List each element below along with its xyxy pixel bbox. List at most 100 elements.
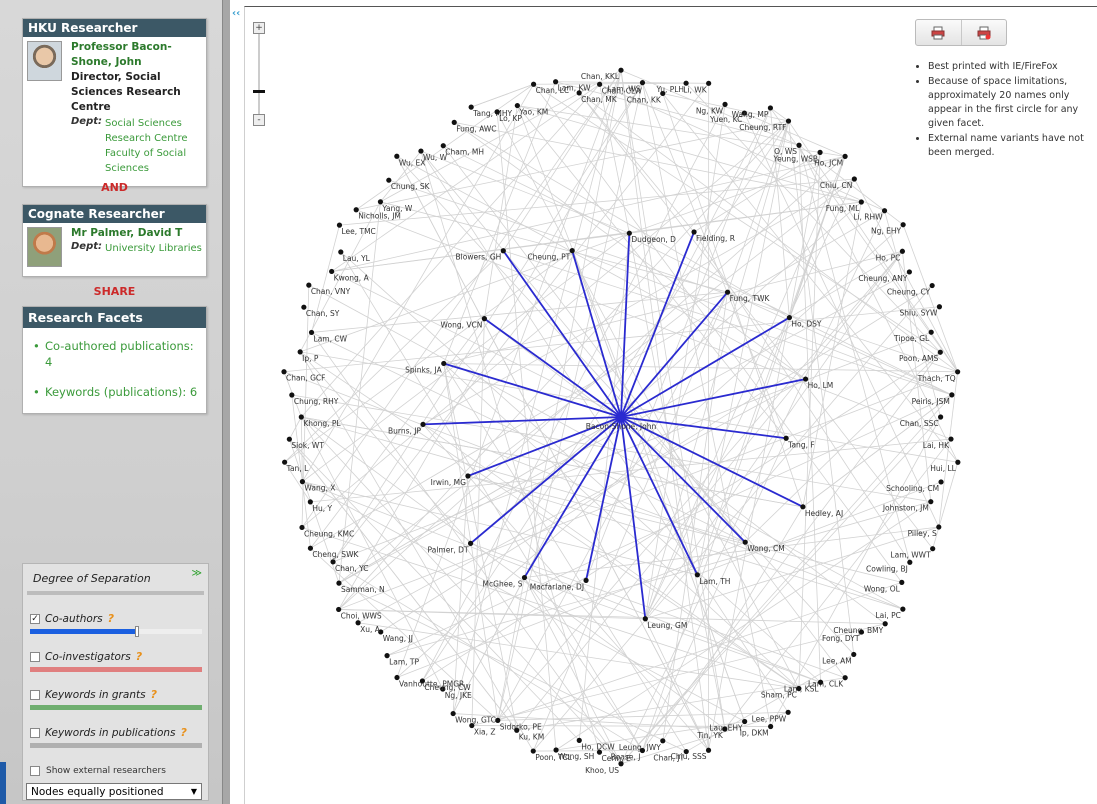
node-label[interactable]: McGhee, S <box>483 580 523 589</box>
node-label[interactable]: Chung, SK <box>391 182 431 191</box>
node-label[interactable]: Fielding, R <box>696 234 735 243</box>
node-label[interactable]: Thach, TQ <box>917 374 956 383</box>
node-label[interactable]: Wong, OL <box>864 584 901 593</box>
node-label[interactable]: Choi, WWS <box>341 611 382 620</box>
center-node-label[interactable]: Bacon-Shone, John <box>586 422 657 431</box>
node-label[interactable]: Yu, PLH <box>655 85 684 94</box>
zoom-in-button[interactable]: + <box>253 22 265 34</box>
checkbox-keywords-publications[interactable] <box>30 727 40 738</box>
node-label[interactable]: Fung, TWK <box>730 294 771 303</box>
graph-node[interactable] <box>881 208 888 214</box>
graph-node[interactable] <box>858 629 865 635</box>
graph-node[interactable] <box>742 718 748 725</box>
layout-select[interactable]: Nodes equally positioned ▼ <box>26 783 202 800</box>
node-label[interactable]: Tipoe, GL <box>893 334 930 343</box>
graph-node[interactable] <box>936 524 942 530</box>
node-label[interactable]: Sham, PC <box>761 691 797 700</box>
node-label[interactable]: Ip, P <box>302 354 319 363</box>
dept-link[interactable]: Social Sciences <box>105 116 188 131</box>
graph-node[interactable] <box>639 747 646 754</box>
node-label[interactable]: Schooling, CM <box>886 484 939 493</box>
node-label[interactable]: Lam, KW <box>558 84 591 93</box>
node-label[interactable]: Sidorko, PE <box>500 722 542 731</box>
node-label[interactable]: Ho, DSY <box>791 320 822 329</box>
node-label[interactable]: Samman, N <box>341 585 385 594</box>
node-label[interactable]: Chan, VNY <box>311 287 351 296</box>
node-label[interactable]: Cheung, ANY <box>858 274 907 283</box>
node-label[interactable]: Cheung, KMC <box>304 529 354 538</box>
checkbox-coinvestigators[interactable] <box>30 651 40 662</box>
node-label[interactable]: Ng, KW <box>696 106 724 115</box>
node-label[interactable]: Lam, TP <box>389 658 419 667</box>
node-label[interactable]: Chung, RHY <box>294 397 339 406</box>
node-label[interactable]: Spinks, JA <box>405 365 442 374</box>
node-label[interactable]: Ho, PC <box>876 253 901 262</box>
node-label[interactable]: Macfarlane, DJ <box>530 582 584 591</box>
dept-link[interactable]: Research Centre <box>105 131 188 146</box>
node-label[interactable]: Chan, KK <box>627 95 662 104</box>
facet-coauthored[interactable]: Co-authored publications: 4 <box>33 338 200 370</box>
checkbox-keywords-grants[interactable] <box>30 689 40 700</box>
print-preview-button[interactable] <box>962 20 1007 45</box>
node-label[interactable]: Ho, LM <box>808 381 834 390</box>
graph-node[interactable] <box>851 651 857 658</box>
zoom-track[interactable] <box>253 34 265 114</box>
node-label[interactable]: Shiu, SYW <box>900 309 938 318</box>
node-label[interactable]: Burns, JP <box>388 426 421 435</box>
node-label[interactable]: Lee, TMC <box>341 227 375 236</box>
graph-node[interactable] <box>948 436 954 442</box>
slider-keywords-grants[interactable] <box>30 705 202 710</box>
node-label[interactable]: Chan, CLW <box>602 86 643 95</box>
graph-node[interactable] <box>842 153 848 159</box>
graph-node[interactable] <box>929 282 935 289</box>
checkbox-coauthors[interactable]: ✓ <box>30 613 40 624</box>
node-label[interactable]: Ng, JKE <box>445 691 472 700</box>
node-label[interactable]: Khong, PL <box>303 419 341 428</box>
node-label[interactable]: Kwong, A <box>334 273 370 282</box>
node-label[interactable]: Ho, DCW <box>581 742 615 751</box>
node-label[interactable]: Chan, YC <box>335 564 369 573</box>
graph-node[interactable] <box>796 685 802 692</box>
dept-link[interactable]: Faculty of Social <box>105 146 188 161</box>
node-label[interactable]: Hedley, AJ <box>805 509 843 518</box>
node-label[interactable]: Lam, WWT <box>890 551 931 560</box>
node-label[interactable]: Fong, DYT <box>822 634 860 643</box>
node-label[interactable]: Blowers, GH <box>456 253 502 262</box>
graph-node[interactable] <box>768 723 774 730</box>
node-label[interactable]: Dudgeon, D <box>631 235 676 244</box>
help-icon[interactable]: ? <box>136 650 142 663</box>
node-label[interactable]: Irwin, MG <box>431 478 467 487</box>
node-label[interactable]: Wong, GTC <box>455 716 496 725</box>
graph-node[interactable] <box>937 349 943 355</box>
graph-node[interactable] <box>618 67 624 73</box>
graph-node[interactable] <box>705 747 712 753</box>
node-label[interactable]: Wong, CM <box>747 544 785 553</box>
node-label[interactable]: Li, RHW <box>853 213 883 222</box>
node-label[interactable]: Lai, PC <box>875 611 900 620</box>
graph-node[interactable] <box>481 316 487 322</box>
graph-node[interactable] <box>907 559 913 565</box>
node-label[interactable]: Ng, EHY <box>871 227 902 236</box>
node-label[interactable]: Chiu, CN <box>820 181 852 190</box>
graph-node[interactable] <box>938 414 944 420</box>
center-node[interactable] <box>617 413 625 421</box>
node-label[interactable]: Lam, CW <box>314 334 348 343</box>
node-label[interactable]: Peiris, JSM <box>912 397 950 406</box>
help-icon[interactable]: ? <box>151 688 157 701</box>
node-label[interactable]: Lee, AM <box>822 656 852 665</box>
node-label[interactable]: Chan, SY <box>306 309 340 318</box>
graph-node[interactable] <box>722 101 728 107</box>
node-label[interactable]: Wu, EX <box>399 158 426 167</box>
panel-splitter[interactable] <box>222 0 230 804</box>
node-label[interactable]: Ip, DKM <box>740 728 769 737</box>
node-label[interactable]: Fung, AWC <box>456 124 496 133</box>
node-label[interactable]: Chan, MK <box>581 95 618 104</box>
dept-link[interactable]: University Libraries <box>105 241 202 256</box>
node-label[interactable]: Tan, L <box>286 464 309 473</box>
graph-node[interactable] <box>955 369 961 375</box>
graph-node[interactable] <box>949 392 955 398</box>
node-label[interactable]: Leung, GM <box>647 621 687 630</box>
checkbox-external-researchers[interactable] <box>30 766 40 776</box>
node-label[interactable]: Tin, YK <box>696 731 724 740</box>
graph-node[interactable] <box>465 473 471 479</box>
